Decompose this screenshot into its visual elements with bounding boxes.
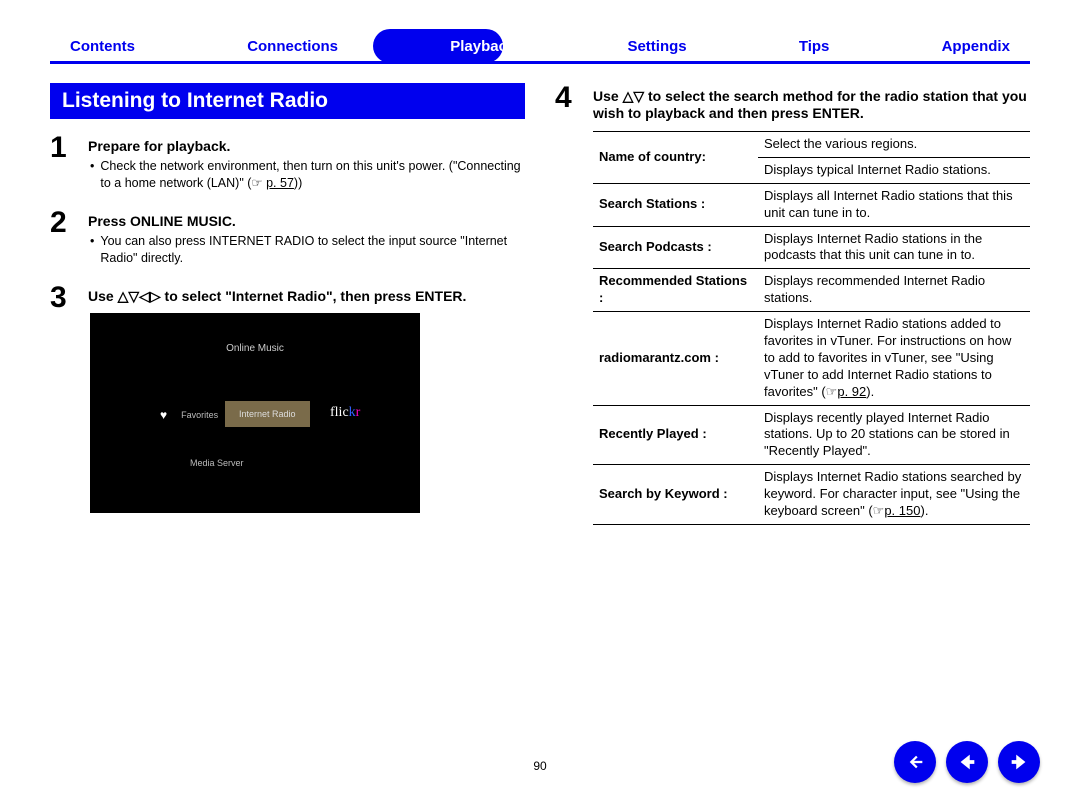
arrow-icons: △▽	[623, 88, 645, 104]
nav-appendix[interactable]: Appendix	[922, 30, 1030, 63]
home-button[interactable]	[894, 741, 936, 783]
bullet-text: Check the network environment, then turn…	[100, 159, 520, 190]
nav-tips[interactable]: Tips	[779, 30, 850, 63]
table-row: Recently Played : Displays recently play…	[593, 405, 1030, 465]
right-column: 4 Use △▽ to select the search method for…	[555, 83, 1030, 539]
arrow-icons: △▽◁▷	[118, 288, 161, 304]
row-desc: Displays Internet Radio stations searche…	[758, 465, 1030, 525]
step-number: 2	[50, 208, 76, 269]
return-arrow-icon	[904, 751, 926, 773]
row-desc: Displays typical Internet Radio stations…	[758, 157, 1030, 183]
table-row: Search by Keyword : Displays Internet Ra…	[593, 465, 1030, 525]
step-2: 2 Press ONLINE MUSIC. • You can also pre…	[50, 208, 525, 269]
screen-favorites: ♥ Favorites	[160, 408, 218, 422]
row-desc: Select the various regions.	[758, 132, 1030, 158]
step-3: 3 Use △▽◁▷ to select "Internet Radio", t…	[50, 283, 525, 513]
row-desc: Displays all Internet Radio stations tha…	[758, 183, 1030, 226]
row-label: Recommended Stations :	[593, 269, 758, 312]
bullet: • You can also press INTERNET RADIO to s…	[88, 233, 525, 267]
page-link-57[interactable]: p. 57	[266, 176, 294, 190]
row-label: Search Podcasts :	[593, 226, 758, 269]
search-methods-table: Name of country: Select the various regi…	[593, 131, 1030, 525]
screen-title: Online Music	[90, 343, 420, 354]
nav-divider	[50, 61, 1030, 64]
arrow-right-icon	[1008, 751, 1030, 773]
left-column: Listening to Internet Radio 1 Prepare fo…	[50, 83, 525, 539]
row-desc: Displays Internet Radio stations added t…	[758, 312, 1030, 405]
screen-media-server: Media Server	[190, 458, 244, 468]
step-heading: Press ONLINE MUSIC.	[88, 213, 525, 229]
section-title: Listening to Internet Radio	[50, 83, 525, 119]
row-label: radiomarantz.com :	[593, 312, 758, 405]
row-label: Name of country:	[593, 132, 758, 184]
step-number: 1	[50, 133, 76, 194]
step-4: 4 Use △▽ to select the search method for…	[555, 83, 1030, 525]
screen-selected: Internet Radio	[225, 401, 310, 427]
step-number: 3	[50, 283, 76, 513]
next-page-button[interactable]	[998, 741, 1040, 783]
prev-page-button[interactable]	[946, 741, 988, 783]
bullet-text: You can also press INTERNET RADIO to sel…	[100, 233, 525, 267]
step-heading: Prepare for playback.	[88, 138, 525, 154]
screen-flickr: flickr	[330, 405, 360, 421]
bullet: • Check the network environment, then tu…	[88, 158, 525, 192]
row-desc: Displays recently played Internet Radio …	[758, 405, 1030, 465]
row-label: Search Stations :	[593, 183, 758, 226]
row-label: Recently Played :	[593, 405, 758, 465]
table-row: radiomarantz.com : Displays Internet Rad…	[593, 312, 1030, 405]
table-row: Search Podcasts : Displays Internet Radi…	[593, 226, 1030, 269]
step-heading: Use △▽ to select the search method for t…	[593, 88, 1030, 121]
page-link-150[interactable]: p. 150	[884, 503, 920, 518]
tv-screen: Online Music ♥ Favorites Internet Radio …	[90, 313, 420, 513]
page-nav-buttons	[894, 741, 1040, 783]
heart-icon: ♥	[160, 408, 167, 422]
page-link-92[interactable]: p. 92	[837, 384, 866, 399]
nav-settings[interactable]: Settings	[607, 30, 706, 63]
nav-contents[interactable]: Contents	[50, 30, 155, 63]
step-1: 1 Prepare for playback. • Check the netw…	[50, 133, 525, 194]
table-row: Name of country: Select the various regi…	[593, 132, 1030, 158]
top-nav: Contents Connections Playback Settings T…	[0, 30, 1080, 63]
nav-playback[interactable]: Playback	[430, 30, 535, 63]
arrow-left-icon	[956, 751, 978, 773]
table-row: Recommended Stations : Displays recommen…	[593, 269, 1030, 312]
step-heading: Use △▽◁▷ to select "Internet Radio", the…	[88, 288, 525, 305]
row-desc: Displays recommended Internet Radio stat…	[758, 269, 1030, 312]
table-row: Search Stations : Displays all Internet …	[593, 183, 1030, 226]
row-label: Search by Keyword :	[593, 465, 758, 525]
row-desc: Displays Internet Radio stations in the …	[758, 226, 1030, 269]
nav-connections[interactable]: Connections	[227, 30, 358, 63]
step-number: 4	[555, 83, 581, 525]
